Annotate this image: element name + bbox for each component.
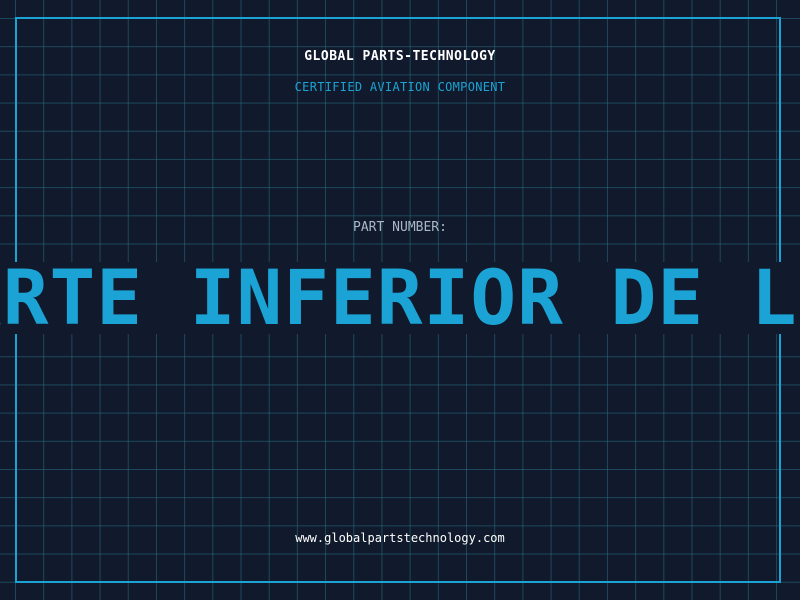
brand-subtitle: CERTIFIED AVIATION COMPONENT [294,80,506,94]
part-number-label: PART NUMBER: [353,220,447,235]
website-link[interactable]: www.globalpartstechnology.com [0,531,800,545]
part-number-value: ARTE INFERIOR DE L [0,262,798,334]
brand-title: GLOBAL PARTS-TECHNOLOGY [304,49,496,64]
page-canvas: GLOBAL PARTS-TECHNOLOGY CERTIFIED AVIATI… [0,0,800,600]
part-number-band: ARTE INFERIOR DE L [0,262,800,334]
